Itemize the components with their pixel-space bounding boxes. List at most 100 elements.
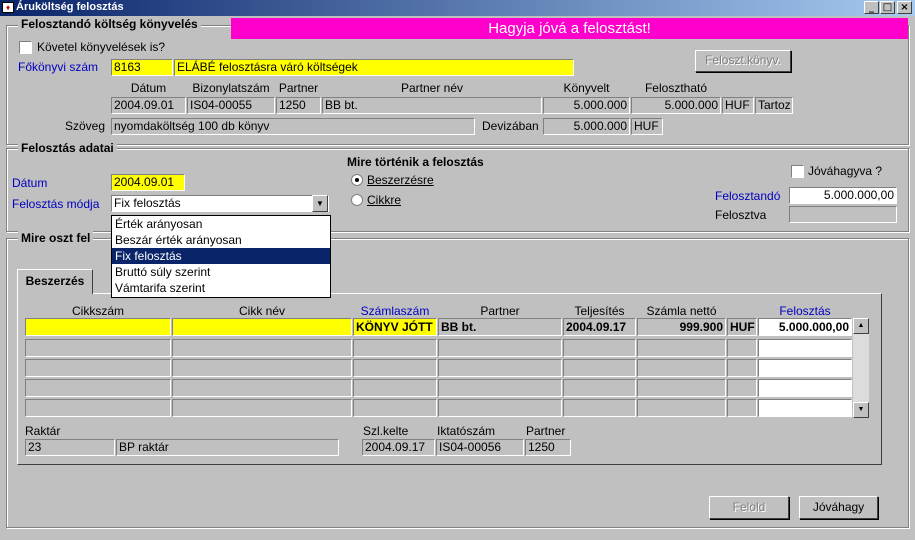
grid-cell-felosztas[interactable]: 5.000.000,00	[758, 318, 852, 336]
grid-cell-empty	[727, 359, 757, 377]
grid-cell-empty	[727, 399, 757, 417]
grid-cell-empty[interactable]	[758, 339, 852, 357]
grid-cell-cikkszam[interactable]	[25, 318, 171, 336]
grid-cell-empty[interactable]	[172, 399, 352, 417]
modja-select[interactable]: Fix felosztás	[111, 195, 329, 212]
footer-partner-label: Partner	[526, 424, 566, 438]
grid-cell-cikknev[interactable]	[172, 318, 352, 336]
grid-cell-empty	[438, 399, 562, 417]
felosztva-field	[789, 206, 897, 223]
devizaban-currency: HUF	[631, 118, 663, 135]
grid-cell-empty	[438, 339, 562, 357]
iktato-label: Iktatószám	[437, 424, 496, 438]
modja-dropdown-list[interactable]: Érték arányosan Beszár érték arányosan F…	[111, 215, 331, 298]
grid-cell-szamlaszam[interactable]: KÖNYV JÓTT	[353, 318, 437, 336]
header-bizonylat: Bizonylatszám	[192, 81, 270, 95]
grid-header-szamlaszam: Számlaszám	[360, 304, 430, 318]
iktato-field: IS04-00056	[436, 439, 524, 456]
row-feloszthato: 5.000.000	[631, 97, 721, 114]
datum-label: Dátum	[12, 176, 48, 190]
grid-cell-empty[interactable]	[353, 359, 437, 377]
grid-cell-empty	[563, 379, 636, 397]
grid-header-cikkszam: Cikkszám	[71, 304, 124, 318]
szlkelte-label: Szl.kelte	[363, 424, 409, 438]
scroll-down-icon[interactable]: ▼	[853, 402, 869, 418]
jovahagyva-checkbox[interactable]	[791, 165, 804, 178]
grid-cell-empty[interactable]	[25, 399, 171, 417]
section-felosztas-title: Felosztás adatai	[18, 141, 117, 155]
grid-cell-empty[interactable]	[353, 379, 437, 397]
felosztando-input[interactable]: 5.000.000,00	[789, 187, 897, 204]
row-bizonylat: IS04-00055	[187, 97, 275, 114]
grid-cell-empty	[438, 379, 562, 397]
dropdown-option[interactable]: Beszár érték arányosan	[112, 232, 330, 248]
grid-cell-empty[interactable]	[25, 379, 171, 397]
row-partner-nev: BB bt.	[322, 97, 542, 114]
modja-label: Felosztás módja	[12, 197, 100, 211]
szoveg-field: nyomdaköltség 100 db könyv	[111, 118, 475, 135]
dropdown-option[interactable]: Érték arányosan	[112, 216, 330, 232]
grid-cell-empty	[563, 339, 636, 357]
tab-beszerzes[interactable]: Beszerzés	[17, 269, 93, 294]
grid-cell-empty[interactable]	[25, 359, 171, 377]
row-partner: 1250	[276, 97, 321, 114]
feloszt-konyv-button[interactable]: Feloszt.könyv.	[695, 50, 791, 72]
grid-cell-szamla-netto: 999.900	[637, 318, 726, 336]
felosztando-label: Felosztandó	[715, 189, 781, 203]
minimize-button[interactable]: _	[864, 1, 879, 14]
app-icon: ♦	[2, 2, 14, 13]
fokonyvi-input[interactable]: 8163	[111, 59, 173, 76]
maximize-button[interactable]: □	[880, 1, 895, 14]
szlkelte-field: 2004.09.17	[362, 439, 435, 456]
row-konyvelt: 5.000.000	[543, 97, 630, 114]
window-title: Áruköltség felosztás	[16, 1, 124, 13]
grid-header-felosztas: Felosztás	[779, 304, 831, 318]
grid-cell-empty[interactable]	[172, 379, 352, 397]
footer-partner-field: 1250	[525, 439, 571, 456]
dropdown-option[interactable]: Bruttó súly szerint	[112, 264, 330, 280]
grid-cell-empty[interactable]	[758, 399, 852, 417]
grid-cell-empty	[563, 359, 636, 377]
grid-cell-empty	[637, 339, 726, 357]
header-partner: Partner	[278, 81, 319, 95]
header-feloszthato: Felosztható	[644, 81, 708, 95]
fokonyvi-label: Főkönyvi szám	[18, 60, 99, 74]
row-datum: 2004.09.01	[111, 97, 186, 114]
header-partner-nev: Partner név	[400, 81, 464, 95]
dropdown-option-selected[interactable]: Fix felosztás	[112, 248, 330, 264]
felosztva-label: Felosztva	[715, 208, 767, 222]
grid-cell-empty	[438, 359, 562, 377]
grid-cell-empty[interactable]	[172, 339, 352, 357]
radio-beszerzes[interactable]	[351, 174, 363, 186]
grid-cell-empty[interactable]	[758, 359, 852, 377]
header-konyvelt: Könyvelt	[563, 81, 610, 95]
grid-cell-empty[interactable]	[353, 399, 437, 417]
grid-cell-empty[interactable]	[25, 339, 171, 357]
grid-header-cikknev: Cikk név	[238, 304, 285, 318]
grid-cell-empty[interactable]	[353, 339, 437, 357]
jovahagy-button[interactable]: Jóváhagy	[799, 496, 878, 519]
grid-scrollbar[interactable]: ▲ ▼	[853, 318, 869, 418]
radio-cikkre-label: Cikkre	[367, 193, 402, 207]
row-side: Tartoz	[755, 97, 793, 114]
felold-button[interactable]: Felold	[709, 496, 789, 519]
kovetel-checkbox[interactable]	[19, 41, 32, 54]
radio-cikkre[interactable]	[351, 194, 363, 206]
close-button[interactable]: ×	[897, 1, 912, 14]
devizaban-field: 5.000.000	[543, 118, 630, 135]
mire-title: Mire történik a felosztás	[347, 155, 484, 169]
scroll-up-icon[interactable]: ▲	[853, 318, 869, 334]
grid-cell-teljesites: 2004.09.17	[563, 318, 636, 336]
grid-cell-empty	[637, 359, 726, 377]
datum-input[interactable]: 2004.09.01	[111, 174, 185, 191]
grid-cell-empty[interactable]	[172, 359, 352, 377]
dropdown-option[interactable]: Vámtarifa szerint	[112, 280, 330, 296]
header-datum: Dátum	[130, 81, 167, 95]
fokonyvi-desc: ELÁBÉ felosztásra váró költségek	[174, 59, 574, 76]
section-konyveles-title: Felosztandó költség könyvelés	[18, 17, 201, 31]
grid-cell-empty	[727, 339, 757, 357]
grid-header-teljesites: Teljesítés	[574, 304, 625, 318]
devizaban-label: Devizában	[482, 119, 539, 133]
grid-cell-empty[interactable]	[758, 379, 852, 397]
chevron-down-icon[interactable]: ▼	[312, 195, 328, 212]
